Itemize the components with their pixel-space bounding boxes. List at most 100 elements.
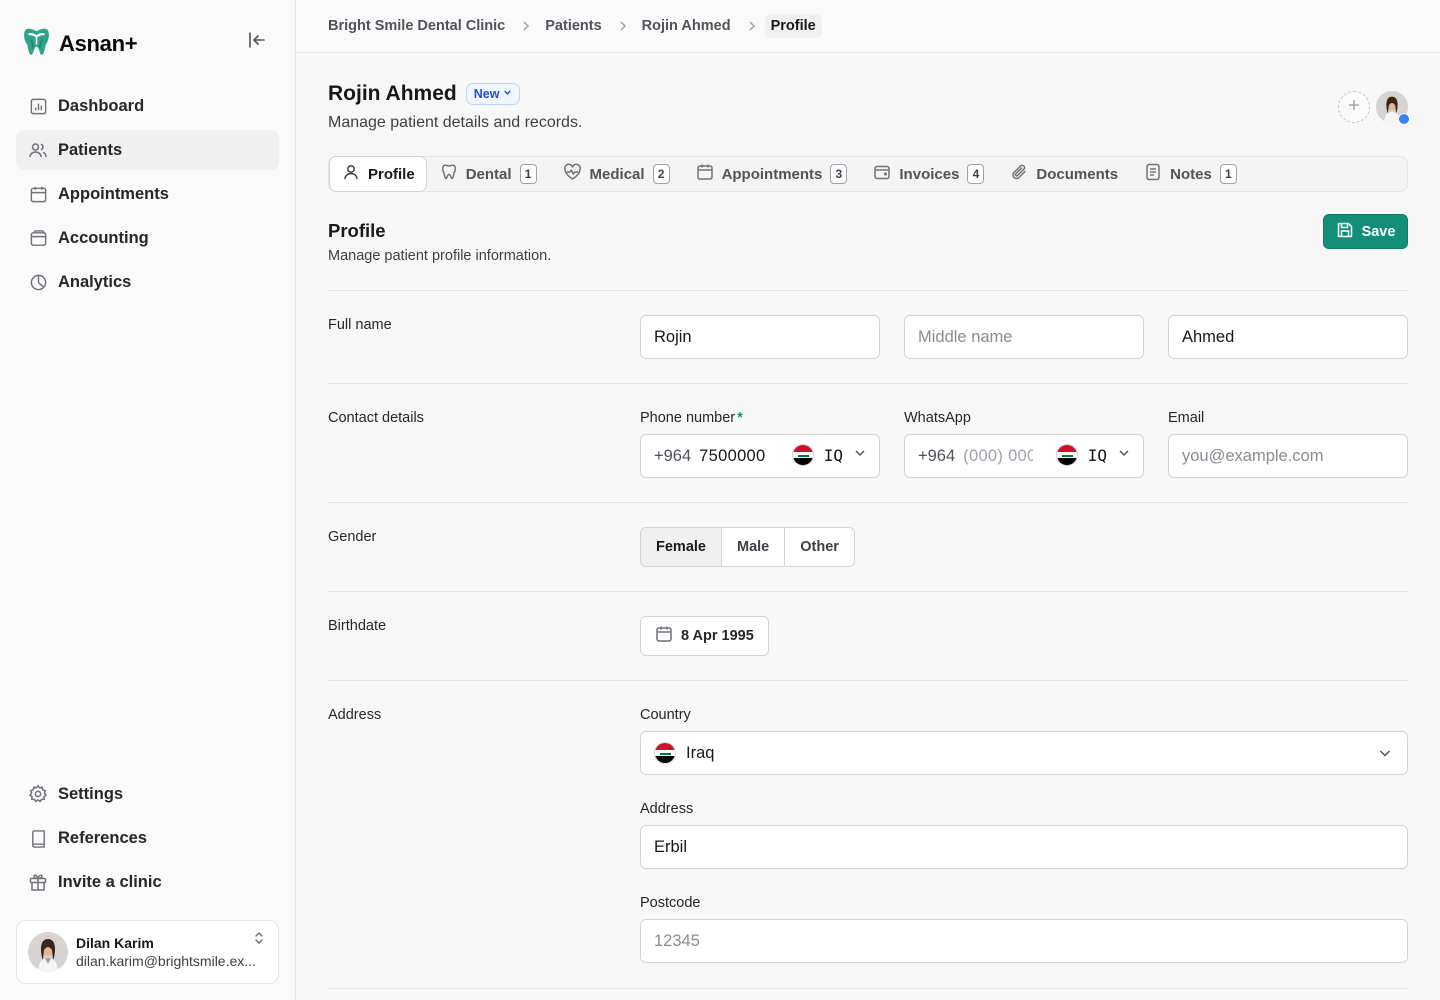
chevron-down-icon (853, 446, 867, 465)
bar-chart-icon (28, 96, 48, 116)
phone-country-select[interactable]: IQ (791, 444, 867, 466)
user-menu[interactable]: Dilan Karim dilan.karim@brightsmile.ex..… (16, 920, 279, 984)
main-area: Bright Smile Dental Clinic Patients Roji… (296, 0, 1440, 1000)
save-button[interactable]: Save (1323, 214, 1408, 249)
whatsapp-label: WhatsApp (904, 410, 971, 426)
paperclip-icon (1010, 163, 1028, 185)
email-group: Email you@example.com (1168, 410, 1408, 478)
verified-icon (1398, 113, 1410, 125)
gender-selector: Female Male Other (640, 527, 855, 567)
sidebar-item-label: Settings (58, 784, 124, 803)
users-icon (28, 140, 48, 160)
tab-label: Documents (1036, 165, 1119, 183)
whatsapp-field[interactable]: +964 (000) 000 IQ (904, 434, 1144, 478)
status-badge[interactable]: New (465, 83, 521, 105)
postcode-field[interactable]: 12345 (640, 919, 1408, 963)
tooth-icon (440, 163, 458, 185)
page-title: Rojin Ahmed (328, 82, 457, 105)
section-description: Manage patient profile information. (328, 248, 552, 264)
whatsapp-country-select[interactable]: IQ (1055, 444, 1131, 466)
collapse-sidebar-button[interactable] (246, 31, 268, 53)
add-collaborator-button[interactable] (1338, 91, 1370, 123)
address-section-label: Address (328, 707, 382, 723)
plus-icon (1347, 98, 1361, 117)
contact-details-row: Contact details Phone number * +964 75000… (328, 383, 1408, 502)
last-name-field[interactable]: Ahmed (1168, 315, 1408, 359)
phone-label: Phone number * (640, 410, 743, 426)
tab-dental[interactable]: Dental 1 (427, 156, 550, 192)
whatsapp-group: WhatsApp +964 (000) 000 IQ (904, 410, 1144, 478)
sidebar-item-analytics[interactable]: Analytics (16, 262, 279, 302)
tab-label: Medical (589, 165, 645, 183)
full-name-label: Full name (328, 317, 392, 333)
tab-notes[interactable]: Notes 1 (1131, 156, 1250, 192)
tab-profile[interactable]: Profile (329, 156, 427, 192)
tab-label: Appointments (721, 165, 823, 183)
calendar-icon (655, 625, 673, 647)
country-select[interactable]: Iraq (640, 731, 1408, 775)
chevron-right-icon (747, 20, 757, 32)
breadcrumb-clinic[interactable]: Bright Smile Dental Clinic (328, 18, 505, 34)
sidebar-item-appointments[interactable]: Appointments (16, 174, 279, 214)
wallet-icon (28, 228, 48, 248)
phone-group: Phone number * +964 7500000 IQ (640, 410, 880, 478)
full-name-row: Full name Rojin Middle name Ahmed (328, 290, 1408, 383)
sidebar-nav: Dashboard Patients Appointments Accounti… (16, 86, 279, 306)
tab-documents[interactable]: Documents (997, 156, 1131, 192)
sidebar-item-label: Invite a clinic (58, 872, 162, 891)
note-icon (1144, 163, 1162, 185)
tab-count: 2 (652, 164, 670, 184)
gender-other-option[interactable]: Other (785, 528, 854, 566)
tab-medical[interactable]: Medical 2 (550, 156, 683, 192)
patient-tabs: Profile Dental 1 Medical 2 Appointments … (328, 156, 1408, 192)
gender-label: Gender (328, 529, 377, 545)
brand[interactable]: Asnan+ (20, 25, 138, 63)
gender-female-option[interactable]: Female (641, 528, 722, 566)
country-label: Country (640, 707, 691, 723)
sidebar-item-dashboard[interactable]: Dashboard (16, 86, 279, 126)
user-info: Dilan Karim dilan.karim@brightsmile.ex..… (76, 935, 268, 969)
sidebar-item-label: Patients (58, 140, 123, 159)
sidebar-item-accounting[interactable]: Accounting (16, 218, 279, 258)
tab-count: 1 (1219, 164, 1237, 184)
status-label: New (473, 87, 500, 101)
tab-appointments[interactable]: Appointments 3 (683, 156, 861, 192)
sidebar-item-settings[interactable]: Settings (16, 774, 279, 814)
chevron-down-icon (502, 87, 513, 101)
birthdate-label: Birthdate (328, 618, 387, 634)
country-code: IQ (1087, 445, 1107, 465)
first-name-field[interactable]: Rojin (640, 315, 880, 359)
middle-name-field[interactable]: Middle name (904, 315, 1144, 359)
country-code: IQ (823, 445, 843, 465)
tab-invoices[interactable]: Invoices 4 (860, 156, 997, 192)
birthdate-picker[interactable]: 8 Apr 1995 (640, 616, 769, 656)
save-icon (1336, 221, 1354, 243)
gender-row: Gender Female Male Other (328, 502, 1408, 591)
sidebar-item-label: Accounting (58, 228, 149, 247)
chevron-down-icon (1377, 745, 1393, 766)
email-field[interactable]: you@example.com (1168, 434, 1408, 478)
sidebar-item-label: Dashboard (58, 96, 145, 115)
birthdate-value: 8 Apr 1995 (681, 628, 754, 644)
address-field[interactable]: Erbil (640, 825, 1408, 869)
sidebar-item-invite[interactable]: Invite a clinic (16, 862, 279, 902)
address-row: Address Country Iraq Address Erbil Postc… (328, 680, 1408, 988)
section-divider (328, 988, 1408, 989)
tooth-logo-icon (20, 25, 53, 63)
tab-label: Notes (1170, 165, 1212, 183)
gender-male-option[interactable]: Male (722, 528, 786, 566)
profile-section-header: Profile Manage patient profile informati… (328, 214, 1408, 290)
iraq-flag-icon (654, 742, 676, 764)
sidebar-item-patients[interactable]: Patients (16, 130, 279, 170)
assigned-doctor-avatar[interactable] (1376, 91, 1410, 125)
phone-field[interactable]: +964 7500000 IQ (640, 434, 880, 478)
address-label: Address (640, 801, 694, 817)
breadcrumb-patient[interactable]: Rojin Ahmed (642, 18, 731, 34)
tab-label: Profile (368, 165, 415, 183)
chevron-right-icon (521, 20, 531, 32)
sidebar-item-references[interactable]: References (16, 818, 279, 858)
chevron-right-icon (618, 20, 628, 32)
breadcrumb-patients[interactable]: Patients (545, 18, 601, 34)
phone-number-value: 7500000 (699, 446, 766, 465)
whatsapp-placeholder: (000) 000 (963, 446, 1034, 465)
